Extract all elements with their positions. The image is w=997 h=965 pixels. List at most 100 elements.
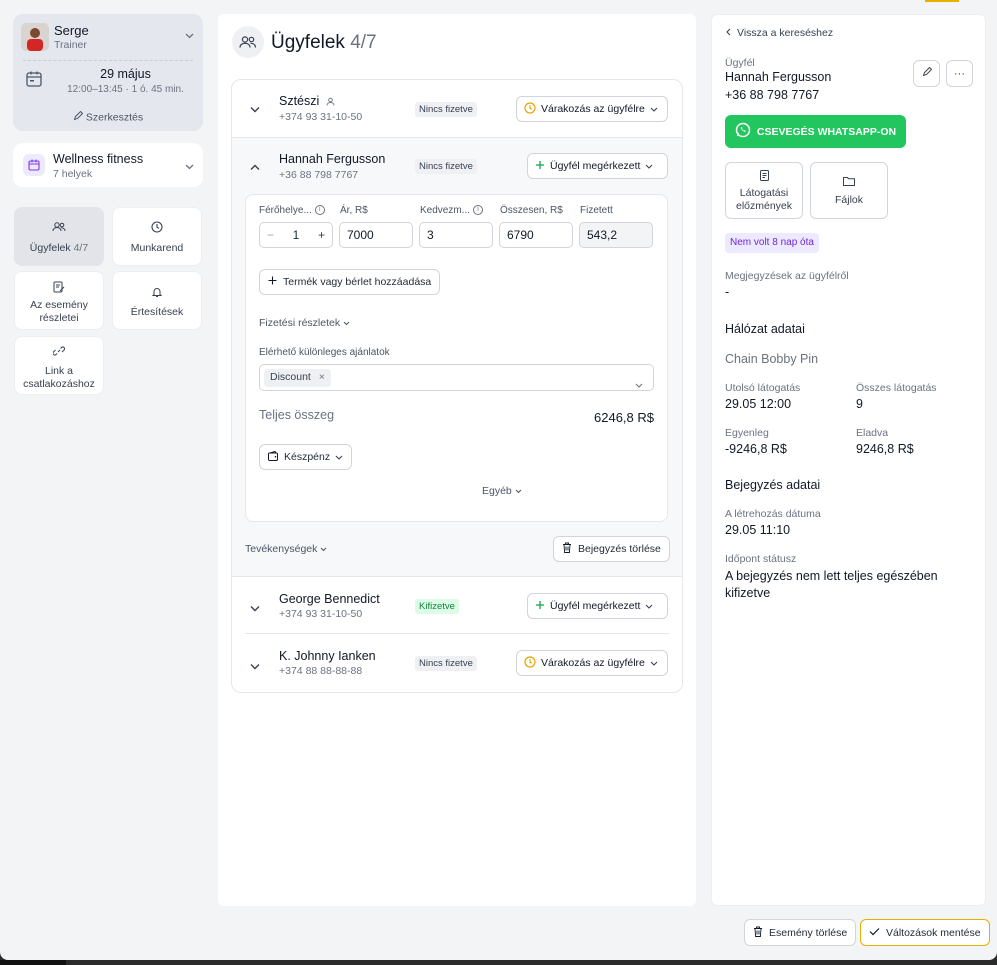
files-button[interactable]: Fájlok [810, 162, 888, 219]
client-phone: +36 88 798 7767 [725, 88, 820, 102]
total-input[interactable]: 6790 [499, 222, 573, 248]
sold-label: Eladva [856, 427, 889, 439]
activities-toggle[interactable]: Tevékenységek [245, 543, 327, 555]
payment-details-label: Fizetési részletek [259, 317, 341, 329]
payment-badge: Nincs fizetve [415, 656, 477, 671]
venue-selector[interactable]: Wellness fitness 7 helyek [13, 143, 203, 187]
trainer-role: Trainer [54, 39, 87, 51]
visit-history-button[interactable]: Látogatási előzmények [725, 162, 803, 219]
info-icon[interactable]: i [473, 205, 484, 216]
top-accent [925, 0, 959, 2]
payment-method-dropdown[interactable]: Készpénz [259, 444, 353, 470]
back-label: Vissza a kereséshez [737, 27, 834, 39]
nav-notifications[interactable]: Értesítések [112, 271, 202, 330]
nav-join-link-line1: Link a [44, 365, 74, 377]
network-heading: Hálózat adatai [725, 322, 805, 336]
seats-stepper[interactable]: − 1 + [259, 222, 333, 248]
divider [23, 60, 193, 61]
notes-label: Megjegyzések az ügyfélről [725, 270, 849, 282]
payment-badge: Nincs fizetve [415, 159, 477, 174]
client-label: Ügyfél [725, 57, 755, 69]
client-list: Sztészi +374 93 31-10-50 Nincs fizetve V… [231, 79, 683, 693]
nav-clients[interactable]: Ügyfelek 4/7 [14, 207, 104, 266]
client-phone: +374 93 31-10-50 [279, 608, 363, 620]
add-product-label: Termék vagy bérlet hozzáadása [283, 276, 432, 288]
chevron-down-icon[interactable] [185, 31, 194, 42]
chevron-down-icon [645, 160, 653, 172]
seats-value: 1 [292, 228, 300, 242]
remove-chip-icon[interactable]: × [319, 371, 325, 383]
client-row[interactable]: Sztészi +374 93 31-10-50 Nincs fizetve V… [232, 80, 682, 137]
receipt-icon [726, 170, 802, 184]
event-date: 29 május [100, 67, 151, 81]
seats-label-text: Férőhelye... [259, 205, 312, 216]
price-input[interactable]: 7000 [339, 222, 413, 248]
chevron-down-icon [343, 317, 350, 329]
price-label: Ár, R$ [340, 205, 368, 216]
status-dropdown[interactable]: Várakozás az ügyfélre [516, 650, 668, 676]
chevron-down-icon[interactable] [185, 162, 194, 173]
more-options-button[interactable]: ··· [946, 60, 973, 87]
created-label: A létrehozás dátuma [725, 508, 821, 520]
wallet-icon [268, 450, 279, 464]
minus-button[interactable]: − [267, 228, 274, 242]
discount-label: Kedvezm... i [420, 205, 484, 216]
paid-input[interactable]: 543,2 [579, 222, 653, 248]
edit-client-button[interactable] [913, 60, 940, 87]
link-icon [15, 345, 103, 360]
edit-note-icon [15, 281, 103, 296]
other-toggle[interactable]: Egyéb [482, 485, 522, 497]
trainer-card[interactable]: Serge Trainer 29 május 12:00–13:45 · 1 ó… [13, 14, 203, 131]
payment-method-label: Készpénz [284, 451, 331, 463]
delete-event-button[interactable]: Esemény törlése [744, 919, 857, 946]
chevron-down-icon [335, 451, 343, 463]
client-name: Sztészi [279, 94, 335, 109]
users-icon [15, 221, 103, 236]
delete-entry-button[interactable]: Bejegyzés törlése [553, 536, 670, 562]
chevron-left-icon [726, 27, 731, 39]
chevron-down-icon [635, 375, 643, 393]
edit-event-link[interactable]: Szerkesztés [13, 110, 203, 124]
chevron-down-icon[interactable] [250, 659, 260, 673]
offers-select[interactable]: Discount × [259, 364, 654, 391]
back-link[interactable]: Vissza a kereséshez [726, 27, 833, 39]
save-changes-button[interactable]: Változások mentése [860, 919, 990, 946]
client-name: Hannah Fergusson [725, 70, 832, 84]
client-row[interactable]: George Bennedict +374 93 31-10-50 Kifize… [245, 577, 669, 634]
payment-details-toggle[interactable]: Fizetési részletek [259, 317, 350, 329]
status-dropdown[interactable]: Várakozás az ügyfélre [516, 96, 668, 122]
chevron-up-icon[interactable] [250, 160, 260, 174]
event-time: 12:00–13:45 · 1 ó. 45 min. [67, 84, 184, 95]
discount-label-text: Kedvezm... [420, 205, 471, 216]
nav-schedule[interactable]: Munkarend [112, 207, 202, 266]
add-product-button[interactable]: Termék vagy bérlet hozzáadása [259, 269, 441, 295]
payment-badge: Kifizetve [415, 599, 459, 614]
pencil-icon [73, 110, 84, 124]
plus-button[interactable]: + [318, 228, 325, 242]
chevron-down-icon[interactable] [250, 601, 260, 615]
app-window: Serge Trainer 29 május 12:00–13:45 · 1 ó… [0, 0, 997, 960]
bottom-strip [0, 960, 66, 965]
client-name-text: Sztészi [279, 94, 320, 108]
status-dropdown[interactable]: Ügyfél megérkezett [527, 593, 668, 619]
notes-value: - [725, 285, 730, 299]
client-row[interactable]: K. Johnny Ianken +374 88 88-88-88 Nincs … [232, 634, 682, 691]
nav-notifications-label: Értesítések [130, 306, 184, 318]
delete-event-label: Esemény törlése [769, 926, 848, 939]
calendar-icon [23, 154, 45, 176]
absence-badge: Nem volt 8 nap óta [725, 233, 819, 253]
client-name: K. Johnny Ianken [279, 649, 376, 663]
discount-input[interactable]: 3 [419, 222, 493, 248]
nav-event-details[interactable]: Az esemény részletei [14, 271, 104, 330]
entry-heading: Bejegyzés adatai [725, 478, 821, 492]
folder-icon [811, 176, 887, 189]
status-dropdown[interactable]: Ügyfél megérkezett [527, 153, 668, 179]
booking-details-card: Férőhelye... i Ár, R$ Kedvezm... i Összese… [245, 194, 668, 522]
created-value: 29.05 11:10 [725, 523, 791, 537]
nav-clients-count: 4/7 [73, 242, 89, 254]
info-icon[interactable]: i [314, 205, 325, 216]
chevron-down-icon[interactable] [250, 102, 260, 116]
nav-join-link[interactable]: Link a csatlakozáshoz [14, 336, 104, 395]
whatsapp-chat-button[interactable]: CSEVEGÉS WHATSAPP-ON [725, 115, 906, 148]
calendar-icon [25, 70, 43, 88]
